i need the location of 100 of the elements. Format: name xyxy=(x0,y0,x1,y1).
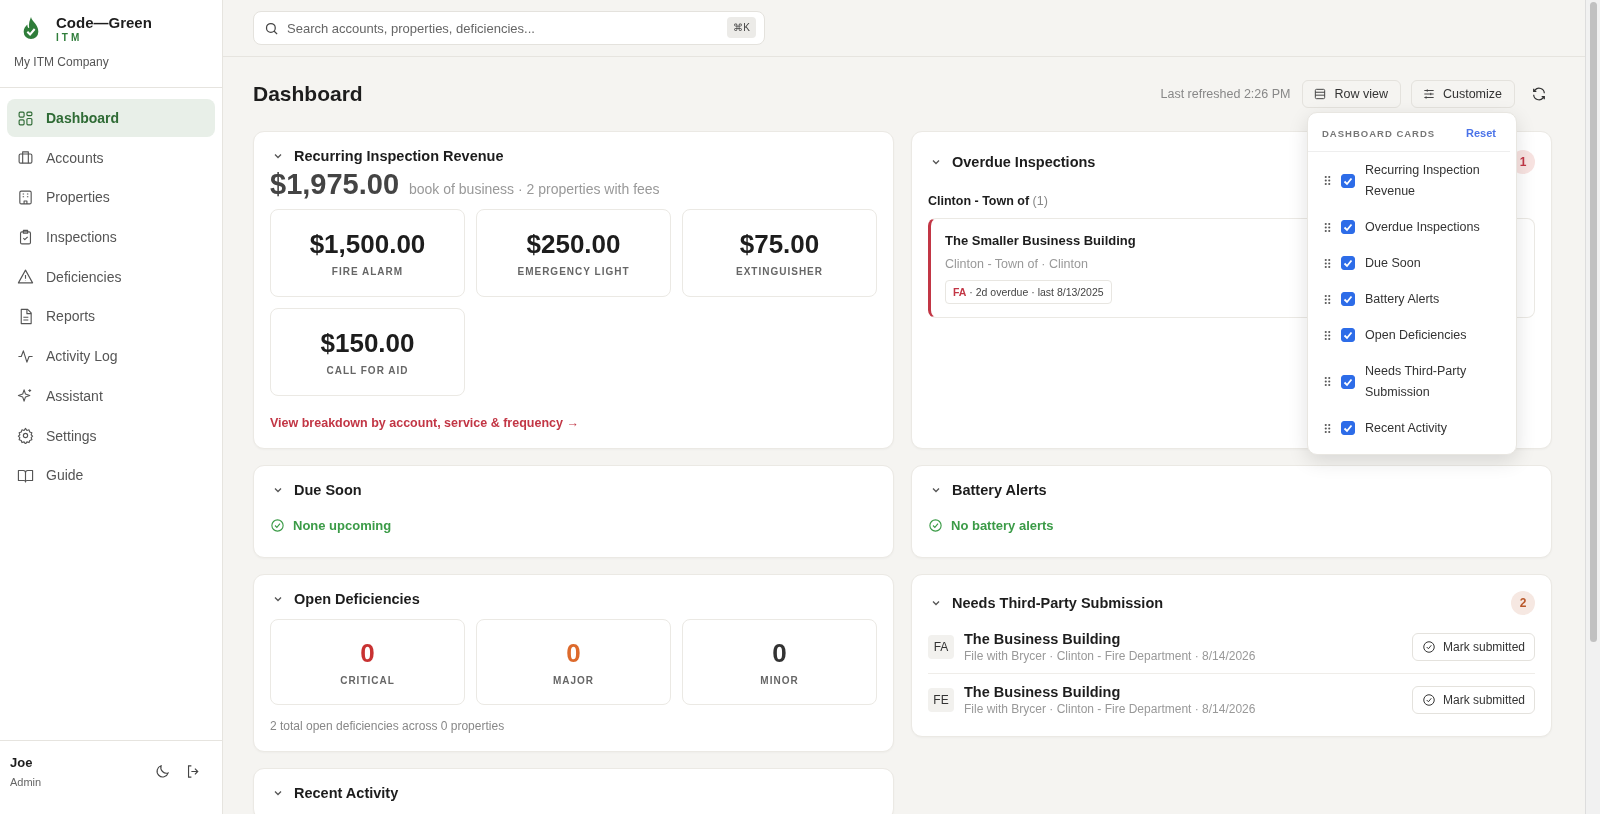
drag-handle-icon[interactable] xyxy=(1324,221,1331,233)
deficiency-count: 0 xyxy=(566,638,581,669)
property-name: The Business Building xyxy=(964,631,1122,647)
overdue-tag: FA · 2d overdue · last 8/13/2025 xyxy=(945,280,1112,304)
building-icon xyxy=(17,188,34,206)
scrollbar[interactable] xyxy=(1585,0,1600,814)
tile-label: EMERGENCY LIGHT xyxy=(517,266,630,277)
service-code: FA xyxy=(928,635,954,659)
logout-icon[interactable] xyxy=(185,763,202,780)
menu-option-label[interactable]: Open Deficiencies xyxy=(1365,324,1467,346)
mark-submitted-button[interactable]: Mark submitted xyxy=(1411,686,1535,714)
sidebar-item[interactable]: Inspections xyxy=(7,218,215,257)
search-icon xyxy=(264,21,279,36)
moon-icon[interactable] xyxy=(154,763,171,780)
checkbox[interactable] xyxy=(1341,220,1355,234)
menu-option-label[interactable]: Needs Third-Party Submission xyxy=(1365,360,1502,403)
grid-icon xyxy=(17,109,34,127)
sidebar-item[interactable]: Reports xyxy=(7,297,215,336)
sliders-icon xyxy=(1421,87,1436,101)
item-title: The Smaller Business Building xyxy=(945,233,1136,248)
group-count: (1) xyxy=(1032,194,1048,208)
menu-option-label[interactable]: Battery Alerts xyxy=(1365,288,1440,310)
submission-detail: File with Brycer · Clinton - Fire Department · 8/14/2026 xyxy=(964,649,1257,663)
tile-label: FIRE ALARM xyxy=(331,266,404,277)
status-text: None upcoming xyxy=(293,518,392,533)
card-title: Open Deficiencies xyxy=(294,591,420,607)
checkbox[interactable] xyxy=(1341,328,1355,342)
brand-name: Code—Green xyxy=(56,14,152,31)
clipboard-check-icon xyxy=(17,228,34,246)
count-badge: 2 xyxy=(1511,591,1535,615)
settings-icon xyxy=(17,427,34,444)
tile-amount: $250.00 xyxy=(526,229,621,260)
status-text: No battery alerts xyxy=(951,518,1054,533)
drag-handle-icon[interactable] xyxy=(1324,376,1331,387)
card-title: Recent Activity xyxy=(294,785,399,801)
menu-option-label[interactable]: Due Soon xyxy=(1365,252,1421,274)
menu-option-label[interactable]: Recent Activity xyxy=(1365,417,1447,439)
briefcase-icon xyxy=(17,149,34,167)
card-title: Needs Third-Party Submission xyxy=(952,595,1164,611)
card-title: Due Soon xyxy=(294,482,362,498)
sidebar-item[interactable]: Properties xyxy=(7,178,215,217)
checkbox[interactable] xyxy=(1341,374,1355,389)
service-code: FE xyxy=(928,688,954,712)
checkbox[interactable] xyxy=(1341,292,1355,306)
table-rows-icon xyxy=(1313,87,1328,101)
pulse-line-icon xyxy=(17,347,34,365)
sidebar-item[interactable]: Guide xyxy=(7,456,215,495)
drag-handle-icon[interactable] xyxy=(1324,175,1331,186)
reset-link[interactable]: Reset xyxy=(1466,127,1496,139)
sidebar-item[interactable]: Settings xyxy=(7,416,215,455)
check-circle-icon xyxy=(928,518,943,533)
deficiency-summary: 2 total open deficiencies across 0 properties xyxy=(270,719,506,733)
shortcut-key: ⌘K xyxy=(727,17,756,38)
refresh-icon[interactable] xyxy=(1531,86,1547,102)
company-name: My ITM Company xyxy=(0,43,222,88)
card-title: Recurring Inspection Revenue xyxy=(294,148,504,164)
breakdown-link[interactable]: View breakdown by account, service & frequency → xyxy=(270,416,877,430)
deficiency-count: 0 xyxy=(772,638,787,669)
last-refreshed-text: Last refreshed 2:26 PM xyxy=(1160,87,1291,101)
revenue-note: book of business · 2 properties with fees xyxy=(409,181,660,197)
drag-handle-icon[interactable] xyxy=(1324,257,1331,269)
property-name: The Business Building xyxy=(964,684,1122,700)
sidebar-item[interactable]: Assistant xyxy=(7,376,215,415)
checkbox[interactable] xyxy=(1341,421,1355,435)
card-title: Overdue Inspections xyxy=(952,154,1096,170)
mark-submitted-button[interactable]: Mark submitted xyxy=(1411,633,1535,661)
tile-amount: $1,500.00 xyxy=(309,229,426,260)
drag-handle-icon[interactable] xyxy=(1324,293,1331,305)
tile-label: CALL FOR AID xyxy=(326,365,409,376)
row-view-button[interactable]: Row view xyxy=(1302,80,1401,108)
menu-option-label[interactable]: Overdue Inspections xyxy=(1365,216,1480,238)
tile-label: MINOR xyxy=(760,675,799,686)
check-circle-icon xyxy=(270,518,285,533)
revenue-total: $1,975.00 xyxy=(270,168,399,201)
tile-label: EXTINGUISHER xyxy=(736,266,823,277)
card-title: Battery Alerts xyxy=(952,482,1047,498)
user-role: Admin xyxy=(10,776,43,788)
checkbox[interactable] xyxy=(1341,173,1355,188)
warning-triangle-icon xyxy=(17,268,34,286)
sidebar-item[interactable]: Activity Log xyxy=(7,337,215,376)
customize-button[interactable]: Customize xyxy=(1410,80,1515,108)
submission-detail: File with Brycer · Clinton - Fire Department · 8/14/2026 xyxy=(964,702,1257,716)
sparkle-icon xyxy=(17,387,34,405)
item-subtitle: Clinton - Town of · Clinton xyxy=(945,257,1088,271)
tile-amount: $150.00 xyxy=(320,328,415,359)
sidebar-item[interactable]: Accounts xyxy=(7,138,215,177)
tile-label: MAJOR xyxy=(552,675,595,686)
tile-label: CRITICAL xyxy=(340,675,395,686)
drag-handle-icon[interactable] xyxy=(1324,422,1331,434)
sidebar-item[interactable]: Dashboard xyxy=(7,99,215,137)
tile-amount: $75.00 xyxy=(739,229,820,260)
page-title: Dashboard xyxy=(253,82,364,106)
sidebar-item[interactable]: Deficiencies xyxy=(7,257,215,296)
menu-option-label[interactable]: Recurring Inspection Revenue xyxy=(1365,159,1502,202)
drag-handle-icon[interactable] xyxy=(1324,329,1331,341)
brand-subtitle: ITM xyxy=(56,32,84,43)
group-name: Clinton - Town of xyxy=(928,194,1030,208)
check-circle-icon xyxy=(1421,693,1436,707)
checkbox[interactable] xyxy=(1341,256,1355,270)
deficiency-count: 0 xyxy=(360,638,375,669)
